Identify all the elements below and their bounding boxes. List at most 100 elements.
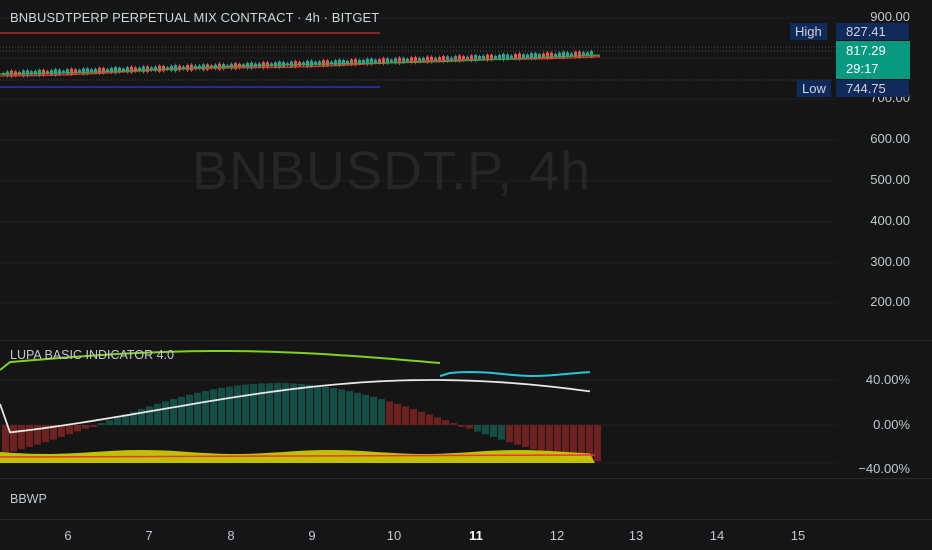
- time-tick: 8: [227, 528, 235, 543]
- histogram-bar: [450, 423, 457, 425]
- histogram-bar: [114, 417, 121, 425]
- histogram-bar: [434, 417, 441, 425]
- time-tick: 14: [709, 528, 725, 543]
- histogram-bar: [98, 423, 105, 425]
- histogram-bar: [226, 386, 233, 425]
- histogram-bar: [210, 389, 217, 425]
- histogram-bar: [394, 403, 401, 425]
- low-value: 744.75: [836, 80, 909, 97]
- histogram-bar: [250, 383, 257, 425]
- current-price-tag: 817.29 29:17: [836, 41, 910, 79]
- candle: [322, 60, 325, 67]
- time-tick: 7: [145, 528, 153, 543]
- histogram-bar: [458, 425, 465, 427]
- time-scale[interactable]: 6 7 8 9 10 11 12 13 14 15: [0, 520, 836, 550]
- histogram-bar: [138, 409, 145, 425]
- histogram-bar: [266, 383, 273, 425]
- histogram-bar: [418, 411, 425, 425]
- histogram-bar: [18, 425, 25, 450]
- chart-title[interactable]: BNBUSDTPERP PERPETUAL MIX CONTRACT · 4h …: [10, 10, 379, 25]
- bbwp-pane[interactable]: BBWP: [0, 479, 836, 519]
- momentum-line-cyan: [439, 370, 591, 378]
- histogram-bar: [442, 420, 449, 425]
- histogram-bar: [258, 383, 265, 425]
- candle: [390, 59, 393, 62]
- histogram-bar: [274, 383, 281, 425]
- time-tick: 9: [308, 528, 316, 543]
- histogram-bar: [554, 425, 561, 456]
- histogram-bar: [474, 425, 481, 432]
- histogram-bar: [386, 401, 393, 425]
- histogram-bar: [178, 396, 185, 425]
- price-tick: 400.00: [870, 213, 910, 228]
- time-tick: 12: [549, 528, 565, 543]
- oscillator-pane[interactable]: LUPA BASIC INDICATOR 4.0: [0, 341, 836, 478]
- histogram-bar: [490, 425, 497, 438]
- time-tick: 15: [790, 528, 806, 543]
- histogram-bar: [306, 384, 313, 425]
- histogram-bar: [402, 406, 409, 425]
- price-tick: 500.00: [870, 172, 910, 187]
- price-tick: 300.00: [870, 254, 910, 269]
- candle: [70, 68, 73, 75]
- histogram-bar: [218, 387, 225, 425]
- histogram-bar: [170, 399, 177, 425]
- price-tick: 600.00: [870, 131, 910, 146]
- candle: [58, 69, 61, 75]
- histogram-bar: [594, 425, 601, 462]
- price-tick: 900.00: [870, 9, 910, 24]
- histogram-bar: [338, 389, 345, 425]
- low-label: Low: [797, 80, 831, 97]
- histogram-bar: [530, 425, 537, 450]
- price-pane[interactable]: BNBUSDT.P, 4h BNBUSDTPERP PERPETUAL MIX …: [0, 0, 836, 340]
- candle: [50, 70, 53, 75]
- candle: [158, 65, 161, 72]
- bar-countdown: 29:17: [846, 61, 879, 76]
- high-value: 827.41: [836, 23, 909, 40]
- histogram-bar: [66, 425, 73, 435]
- candle: [494, 55, 497, 59]
- histogram-bar: [202, 390, 209, 425]
- current-price: 817.29: [846, 43, 886, 58]
- candle: [82, 68, 85, 75]
- moving-average-red: [0, 56, 601, 77]
- histogram-bar: [410, 409, 417, 425]
- histogram-bar: [106, 420, 113, 425]
- histogram-bar: [346, 390, 353, 425]
- high-label: High: [790, 23, 827, 40]
- price-scale[interactable]: 900.00 700.00 600.00 500.00 400.00 300.0…: [790, 0, 932, 520]
- time-tick-day: 11: [469, 528, 483, 543]
- candle: [554, 54, 557, 57]
- candle: [326, 60, 329, 66]
- histogram-bar: [514, 425, 521, 445]
- histogram-bar: [426, 414, 433, 425]
- histogram-bar: [162, 401, 169, 425]
- price-tick: 200.00: [870, 294, 910, 309]
- histogram-bar: [298, 383, 305, 425]
- histogram-bar: [498, 425, 505, 440]
- candle: [374, 59, 377, 63]
- histogram-bar: [82, 425, 89, 429]
- symbol-watermark: BNBUSDT.P, 4h: [192, 141, 592, 201]
- histogram-bar: [378, 399, 385, 425]
- indicator-name[interactable]: LUPA BASIC INDICATOR 4.0: [10, 348, 174, 362]
- candle: [66, 69, 69, 75]
- histogram-bar: [546, 425, 553, 454]
- bbwp-indicator-name[interactable]: BBWP: [10, 492, 47, 506]
- histogram-bar: [370, 396, 377, 425]
- oscillator-tick: −40.00%: [858, 461, 910, 476]
- histogram-bar: [538, 425, 545, 452]
- histogram-bar: [322, 386, 329, 425]
- candle: [86, 68, 89, 74]
- candle: [54, 69, 57, 76]
- histogram-bar: [242, 384, 249, 425]
- histogram-bar: [186, 394, 193, 425]
- histogram-bar: [74, 425, 81, 432]
- histogram-bar: [466, 425, 473, 429]
- histogram-bar: [234, 385, 241, 425]
- oscillator-tick: 0.00%: [873, 417, 910, 432]
- histogram-bar: [330, 387, 337, 425]
- time-tick: 6: [64, 528, 72, 543]
- histogram-bar: [354, 392, 361, 425]
- histogram-bar: [314, 385, 321, 425]
